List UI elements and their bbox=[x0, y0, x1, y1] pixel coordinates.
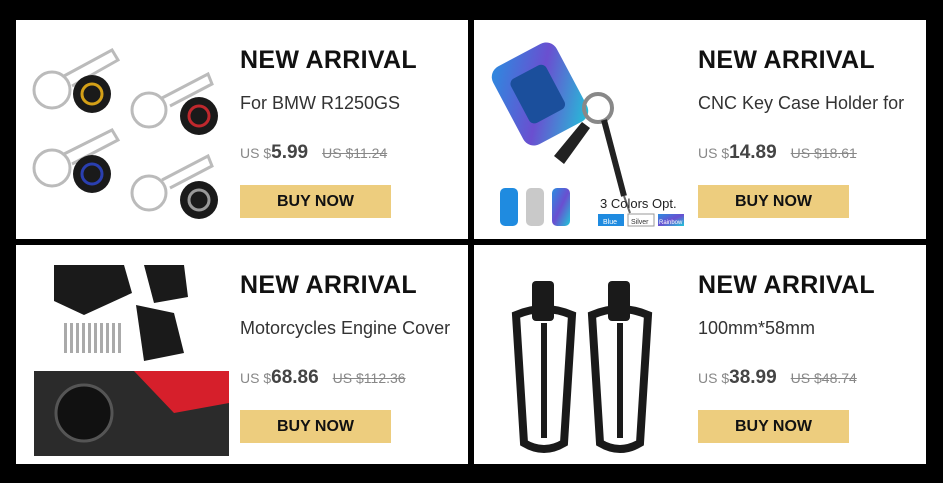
price-row: US $14.89 US $18.61 bbox=[698, 142, 857, 164]
original-price: US $11.24 bbox=[322, 145, 388, 161]
product-image-key-case[interactable]: 3 Colors Opt. Blue Silver Rainbow bbox=[482, 28, 687, 231]
product-card[interactable]: NEW ARRIVAL Motorcycles Engine Cover US … bbox=[16, 245, 468, 464]
sale-price: 68.86 bbox=[271, 367, 319, 388]
buy-now-button[interactable]: BUY NOW bbox=[698, 410, 849, 443]
product-card[interactable]: NEW ARRIVAL For BMW R1250GS US $5.99 US $… bbox=[16, 20, 468, 239]
color-blue-label: Blue bbox=[603, 219, 617, 226]
color-silver-label: Silver bbox=[631, 219, 649, 226]
currency-label: US $ bbox=[240, 370, 272, 386]
new-arrival-label: NEW ARRIVAL bbox=[698, 271, 875, 299]
product-title[interactable]: Motorcycles Engine Cover bbox=[240, 318, 466, 339]
color-rainbow-label: Rainbow bbox=[659, 220, 683, 226]
product-card[interactable]: NEW ARRIVAL 100mm*58mm US $38.99 US $48.7… bbox=[474, 245, 926, 464]
colors-option-text: 3 Colors Opt. bbox=[600, 196, 677, 211]
original-price: US $48.74 bbox=[790, 370, 857, 386]
sale-price: 5.99 bbox=[271, 142, 309, 163]
product-image-engine-cover[interactable] bbox=[24, 253, 229, 456]
original-price: US $112.36 bbox=[332, 370, 406, 386]
price-row: US $68.86 US $112.36 bbox=[240, 367, 406, 389]
currency-label: US $ bbox=[240, 145, 272, 161]
product-image-foot-pegs[interactable] bbox=[482, 253, 687, 456]
buy-now-button[interactable]: BUY NOW bbox=[698, 185, 849, 218]
price-row: US $38.99 US $48.74 bbox=[698, 367, 857, 389]
new-arrival-label: NEW ARRIVAL bbox=[240, 46, 417, 74]
sale-price: 14.89 bbox=[729, 142, 777, 163]
product-title[interactable]: 100mm*58mm bbox=[698, 318, 924, 339]
product-title[interactable]: For BMW R1250GS bbox=[240, 93, 466, 114]
currency-label: US $ bbox=[698, 370, 730, 386]
buy-now-button[interactable]: BUY NOW bbox=[240, 185, 391, 218]
buy-now-button[interactable]: BUY NOW bbox=[240, 410, 391, 443]
sale-price: 38.99 bbox=[729, 367, 777, 388]
product-card[interactable]: 3 Colors Opt. Blue Silver Rainbow NEW AR… bbox=[474, 20, 926, 239]
original-price: US $18.61 bbox=[790, 145, 857, 161]
price-row: US $5.99 US $11.24 bbox=[240, 142, 387, 164]
new-arrival-label: NEW ARRIVAL bbox=[698, 46, 875, 74]
currency-label: US $ bbox=[698, 145, 730, 161]
new-arrival-label: NEW ARRIVAL bbox=[240, 271, 417, 299]
product-title[interactable]: CNC Key Case Holder for bbox=[698, 93, 924, 114]
product-image-fuel-caps[interactable] bbox=[24, 28, 229, 231]
